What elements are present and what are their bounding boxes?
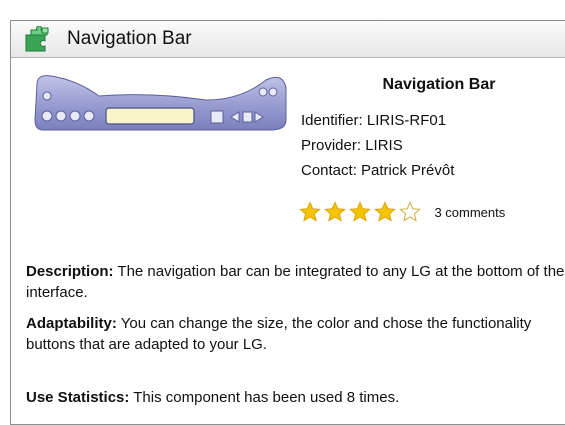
adaptability-label: Adaptability: (26, 315, 117, 332)
panel-title: Navigation Bar (67, 28, 192, 49)
use-statistics: Use Statistics: This component has been … (26, 387, 565, 408)
component-info: Navigation Bar Identifier: LIRIS-RF01 Pr… (301, 76, 565, 179)
adaptability: Adaptability: You can change the size, t… (26, 313, 565, 355)
description: Description: The navigation bar can be i… (26, 261, 565, 303)
puzzle-piece-icon (23, 25, 53, 52)
component-identifier: Identifier: LIRIS-RF01 (301, 112, 447, 129)
component-provider: Provider: LIRIS (301, 137, 403, 154)
star-filled-icon[interactable] (349, 201, 371, 223)
star-filled-icon[interactable] (374, 201, 396, 223)
component-contact: Contact: Patrick Prévôt (301, 162, 455, 179)
navigation-bar-preview (31, 70, 291, 134)
star-filled-icon[interactable] (299, 201, 321, 223)
comments-link[interactable]: 3 comments (434, 205, 505, 220)
star-rating[interactable]: 3 comments (299, 201, 505, 227)
description-label: Description: (26, 263, 114, 280)
use-statistics-text: This component has been used 8 times. (129, 389, 400, 406)
star-filled-icon[interactable] (324, 201, 346, 223)
component-name: Navigation Bar (382, 76, 496, 93)
star-empty-icon[interactable] (399, 201, 421, 223)
panel-titlebar: Navigation Bar (11, 21, 565, 58)
component-panel: Navigation Bar Navigation Bar Identifier… (10, 20, 565, 425)
use-statistics-label: Use Statistics: (26, 389, 130, 406)
